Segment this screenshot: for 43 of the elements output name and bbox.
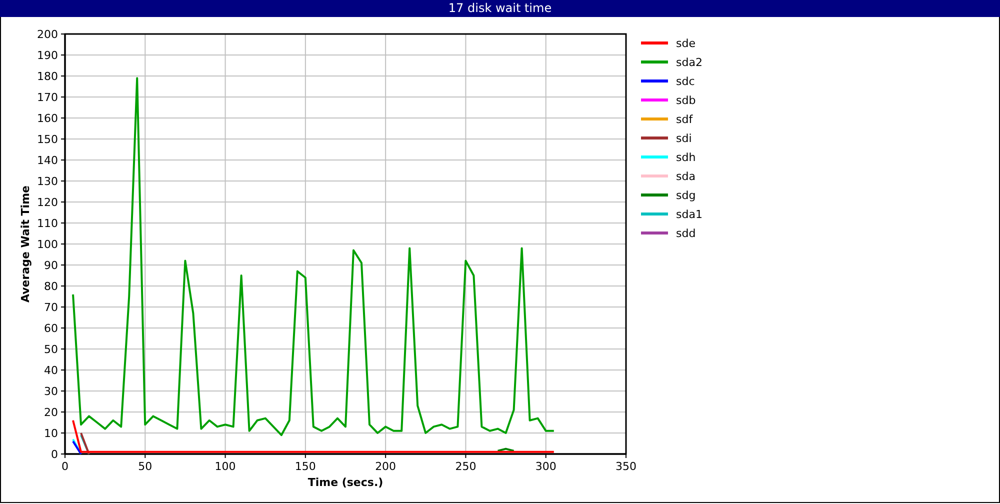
y-tick-label: 170 — [37, 91, 58, 104]
legend-label: sda — [676, 170, 696, 183]
x-tick-label: 50 — [138, 460, 152, 473]
legend-label: sdb — [676, 94, 696, 107]
y-tick-label: 100 — [37, 238, 58, 251]
y-tick-label: 180 — [37, 70, 58, 83]
x-tick-label: 250 — [455, 460, 476, 473]
y-tick-label: 20 — [44, 406, 58, 419]
x-tick-label: 100 — [214, 460, 236, 473]
y-tick-label: 190 — [37, 49, 58, 62]
x-tick-label: 0 — [62, 460, 68, 473]
y-tick-label: 10 — [44, 427, 58, 440]
y-tick-label: 70 — [44, 301, 58, 314]
y-tick-label: 90 — [44, 259, 58, 272]
y-tick-label: 120 — [37, 196, 58, 209]
legend-label: sdc — [676, 75, 695, 88]
legend-label: sdi — [676, 132, 692, 145]
y-tick-label: 110 — [37, 217, 58, 230]
legend-label: sdd — [676, 227, 696, 240]
y-tick-label: 200 — [37, 28, 58, 41]
y-tick-label: 130 — [37, 175, 58, 188]
y-tick-label: 40 — [44, 364, 58, 377]
window-title: 17 disk wait time — [0, 0, 1000, 17]
legend-label: sda1 — [676, 208, 702, 221]
y-tick-label: 60 — [44, 322, 58, 335]
x-tick-label: 350 — [616, 460, 636, 473]
y-tick-label: 150 — [37, 133, 58, 146]
x-tick-label: 300 — [535, 460, 556, 473]
legend-label: sdf — [676, 113, 693, 126]
y-tick-label: 160 — [37, 112, 58, 125]
legend-label: sdh — [676, 151, 696, 164]
x-axis-title: Time (secs.) — [308, 476, 384, 489]
legend-label: sda2 — [676, 56, 702, 69]
y-tick-label: 0 — [51, 448, 58, 461]
x-tick-label: 200 — [375, 460, 396, 473]
y-tick-label: 140 — [37, 154, 58, 167]
y-tick-label: 30 — [44, 385, 58, 398]
y-axis-title: Average Wait Time — [19, 186, 32, 302]
legend-label: sde — [676, 37, 696, 50]
y-tick-label: 50 — [44, 343, 58, 356]
y-tick-label: 80 — [44, 280, 58, 293]
legend-label: sdg — [676, 189, 696, 202]
x-tick-label: 150 — [294, 460, 316, 473]
